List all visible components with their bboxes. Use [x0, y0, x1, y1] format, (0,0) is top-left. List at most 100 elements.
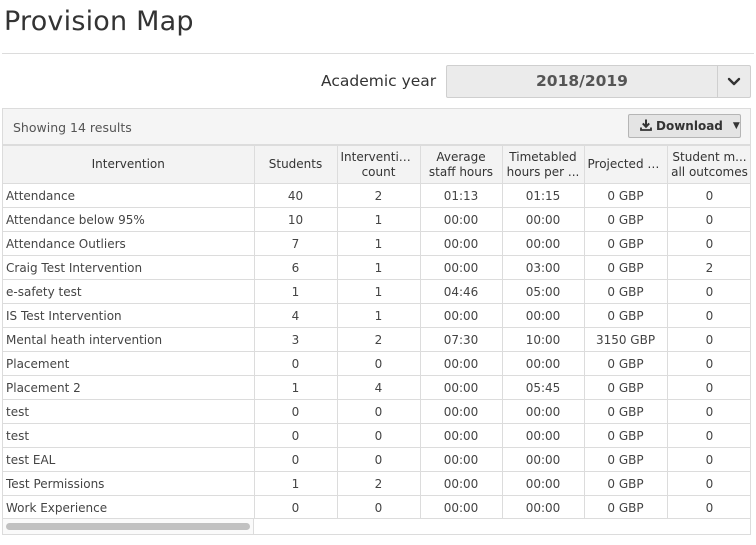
column-header-average-staff-hours[interactable]: Average staff hours — [419, 145, 503, 184]
cell-intervention-count: 0 — [336, 495, 421, 520]
cell-projected-cost: 0 GBP — [583, 495, 668, 520]
cell-average-staff-hours: 00:00 — [419, 351, 503, 376]
cell-students: 1 — [253, 375, 338, 400]
cell-students: 0 — [253, 447, 338, 472]
cell-student-outcomes: 0 — [666, 423, 750, 448]
column-header-timetabled-hours[interactable]: Timetabled hours per ... — [501, 145, 585, 184]
table-row[interactable]: Placement 0 0 00:00 00:00 0 GBP 0 — [3, 351, 750, 376]
cell-projected-cost: 0 GBP — [583, 207, 668, 232]
cell-intervention-count: 1 — [336, 207, 421, 232]
cell-timetabled-hours: 00:00 — [501, 207, 585, 232]
cell-intervention-count: 0 — [336, 447, 421, 472]
column-header-projected-cost[interactable]: Projected c... — [583, 145, 668, 184]
cell-intervention-count: 1 — [336, 255, 421, 280]
table-row[interactable]: Craig Test Intervention 6 1 00:00 03:00 0 GBP… — [3, 255, 750, 280]
table-row[interactable]: test 0 0 00:00 00:00 0 GBP 0 — [3, 399, 750, 424]
download-label: Download — [656, 119, 723, 133]
cell-students: 4 — [253, 303, 338, 328]
cell-students: 3 — [253, 327, 338, 352]
cell-intervention-count: 4 — [336, 375, 421, 400]
column-header-students[interactable]: Students — [253, 145, 338, 184]
cell-average-staff-hours: 00:00 — [419, 207, 503, 232]
cell-projected-cost: 0 GBP — [583, 351, 668, 376]
cell-average-staff-hours: 00:00 — [419, 255, 503, 280]
cell-intervention-count: 2 — [336, 471, 421, 496]
cell-student-outcomes: 0 — [666, 207, 750, 232]
cell-average-staff-hours: 01:13 — [419, 183, 503, 208]
cell-average-staff-hours: 00:00 — [419, 447, 503, 472]
cell-timetabled-hours: 10:00 — [501, 327, 585, 352]
chevron-down-icon[interactable] — [717, 66, 750, 97]
cell-students: 40 — [253, 183, 338, 208]
cell-projected-cost: 0 GBP — [583, 375, 668, 400]
title-divider — [2, 53, 754, 54]
table-row[interactable]: Work Experience 0 0 00:00 00:00 0 GBP 0 — [3, 495, 750, 520]
cell-timetabled-hours: 00:00 — [501, 231, 585, 256]
cell-students: 7 — [253, 231, 338, 256]
cell-timetabled-hours: 00:00 — [501, 423, 585, 448]
cell-student-outcomes: 0 — [666, 447, 750, 472]
cell-student-outcomes: 0 — [666, 231, 750, 256]
provision-panel: Showing 14 results Download ▼ Interventi… — [2, 108, 751, 535]
academic-year-value: 2018/2019 — [536, 72, 628, 90]
cell-projected-cost: 0 GBP — [583, 279, 668, 304]
cell-average-staff-hours: 00:00 — [419, 495, 503, 520]
column-header-text: Average — [436, 149, 486, 164]
cell-intervention: Test Permissions — [3, 471, 255, 496]
cell-average-staff-hours: 00:00 — [419, 399, 503, 424]
cell-students: 0 — [253, 399, 338, 424]
cell-intervention: Placement 2 — [3, 375, 255, 400]
cell-student-outcomes: 0 — [666, 495, 750, 520]
table-row[interactable]: Attendance below 95% 10 1 00:00 00:00 0 GBP 0 — [3, 207, 750, 232]
cell-intervention-count: 1 — [336, 303, 421, 328]
academic-year-select[interactable]: 2018/2019 — [446, 65, 751, 98]
column-header-text: count — [361, 164, 396, 179]
cell-timetabled-hours: 03:00 — [501, 255, 585, 280]
download-icon — [640, 119, 652, 134]
cell-intervention-count: 2 — [336, 327, 421, 352]
cell-timetabled-hours: 00:00 — [501, 351, 585, 376]
cell-projected-cost: 0 GBP — [583, 423, 668, 448]
cell-intervention: e-safety test — [3, 279, 255, 304]
cell-projected-cost: 0 GBP — [583, 471, 668, 496]
table-row[interactable]: test EAL 0 0 00:00 00:00 0 GBP 0 — [3, 447, 750, 472]
cell-students: 6 — [253, 255, 338, 280]
cell-intervention: Mental heath intervention — [3, 327, 255, 352]
column-header-text: Student m... — [672, 149, 747, 164]
cell-intervention: Attendance below 95% — [3, 207, 255, 232]
table-row[interactable]: Test Permissions 1 2 00:00 00:00 0 GBP 0 — [3, 471, 750, 496]
page-title: Provision Map — [4, 6, 194, 37]
cell-students: 1 — [253, 471, 338, 496]
cell-student-outcomes: 2 — [666, 255, 750, 280]
cell-students: 10 — [253, 207, 338, 232]
cell-average-staff-hours: 07:30 — [419, 327, 503, 352]
table-row[interactable]: IS Test Intervention 4 1 00:00 00:00 0 GBP 0 — [3, 303, 750, 328]
cell-intervention: IS Test Intervention — [3, 303, 255, 328]
table-row[interactable]: Attendance 40 2 01:13 01:15 0 GBP 0 — [3, 183, 750, 208]
cell-average-staff-hours: 00:00 — [419, 423, 503, 448]
cell-intervention: test — [3, 399, 255, 424]
column-header-student-outcomes[interactable]: Student m... all outcomes — [666, 145, 750, 184]
table-row[interactable]: Attendance Outliers 7 1 00:00 00:00 0 GBP 0 — [3, 231, 750, 256]
cell-intervention: Craig Test Intervention — [3, 255, 255, 280]
cell-timetabled-hours: 05:45 — [501, 375, 585, 400]
cell-projected-cost: 0 GBP — [583, 447, 668, 472]
download-button[interactable]: Download ▼ — [628, 114, 741, 138]
table-row[interactable]: e-safety test 1 1 04:46 05:00 0 GBP 0 — [3, 279, 750, 304]
cell-timetabled-hours: 00:00 — [501, 399, 585, 424]
table-row[interactable]: Mental heath intervention 3 2 07:30 10:00 315… — [3, 327, 750, 352]
table-row[interactable]: Placement 2 1 4 00:00 05:45 0 GBP 0 — [3, 375, 750, 400]
column-header-intervention[interactable]: Intervention — [3, 145, 255, 184]
table-body: Attendance 40 2 01:13 01:15 0 GBP 0 Attendance … — [3, 183, 750, 520]
scroll-area-filler — [254, 518, 750, 534]
cell-intervention: test EAL — [3, 447, 255, 472]
cell-projected-cost: 0 GBP — [583, 399, 668, 424]
cell-projected-cost: 0 GBP — [583, 303, 668, 328]
scrollbar-thumb[interactable] — [6, 523, 250, 530]
column-header-text: all outcomes — [671, 164, 748, 179]
cell-student-outcomes: 0 — [666, 375, 750, 400]
cell-average-staff-hours: 00:00 — [419, 375, 503, 400]
horizontal-scrollbar[interactable] — [3, 518, 254, 534]
table-row[interactable]: test 0 0 00:00 00:00 0 GBP 0 — [3, 423, 750, 448]
column-header-intervention-count[interactable]: Interventio... count — [336, 145, 421, 184]
